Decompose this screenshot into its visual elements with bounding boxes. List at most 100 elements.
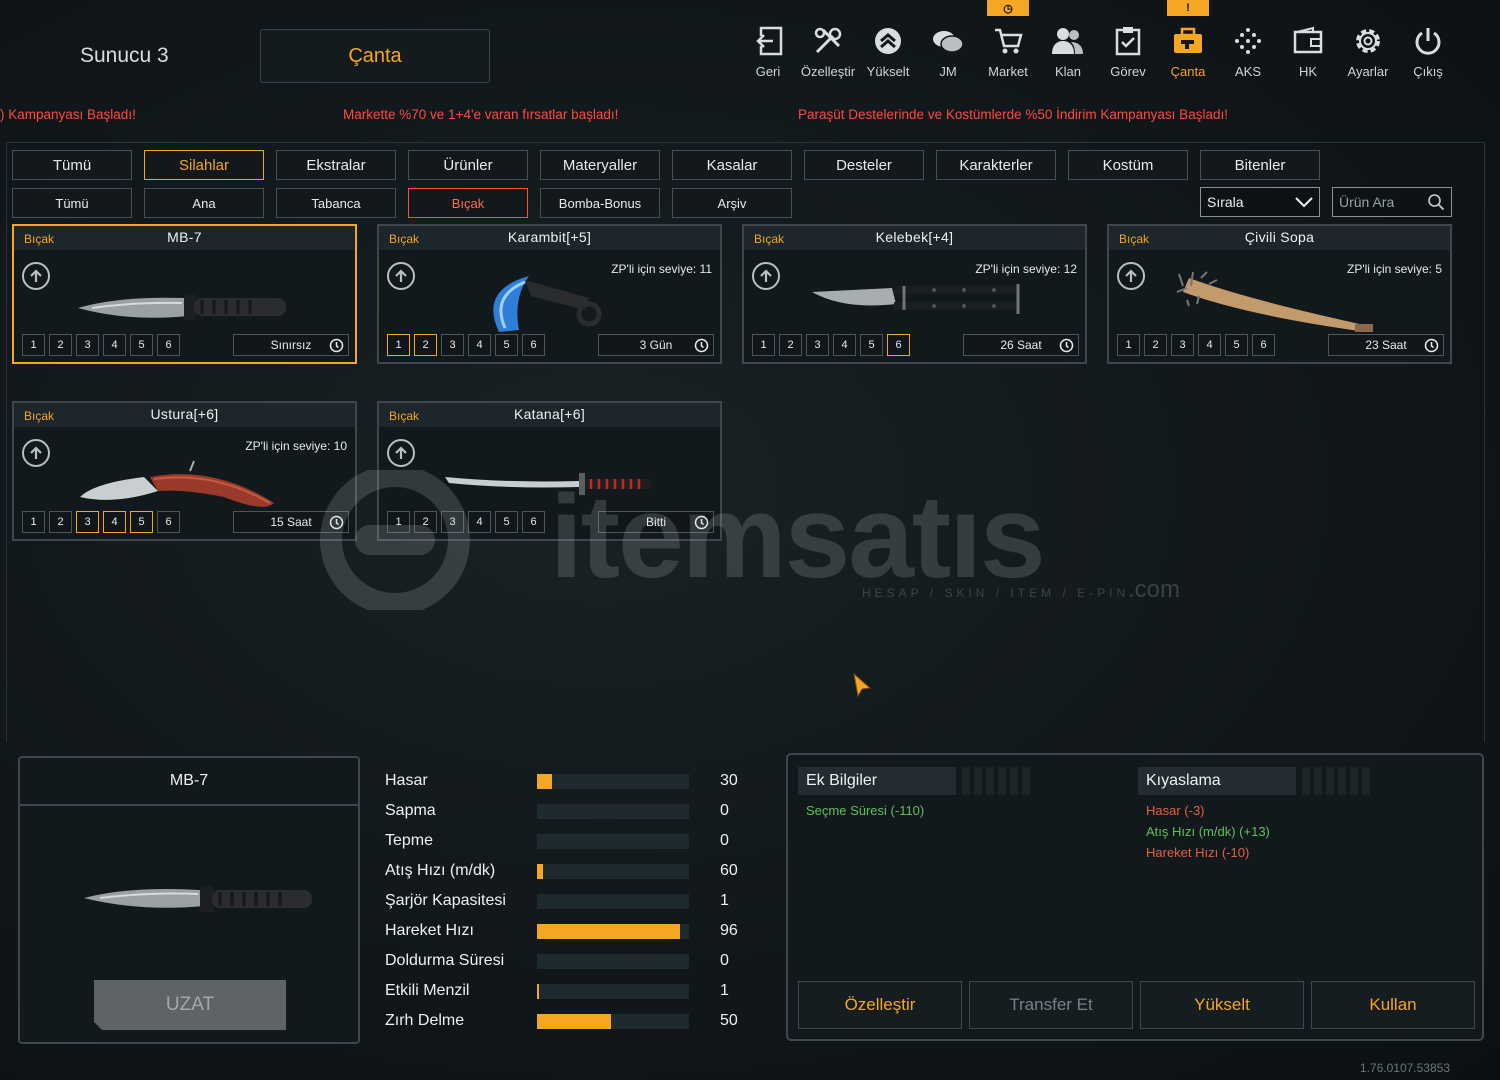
enchant-slot[interactable]: 3	[441, 334, 464, 356]
nav-mission[interactable]: Görev	[1098, 24, 1158, 84]
enchant-slot[interactable]: 4	[103, 511, 126, 533]
page-title: Çanta	[260, 29, 490, 83]
upgrade-arrow-icon[interactable]	[22, 439, 50, 467]
extend-button[interactable]: UZAT	[94, 980, 286, 1030]
enchant-slot[interactable]: 2	[1144, 334, 1167, 356]
nav-aks[interactable]: AKS	[1218, 24, 1278, 84]
enchant-slot[interactable]: 4	[833, 334, 856, 356]
upgrade-arrow-icon[interactable]	[387, 262, 415, 290]
transfer-button[interactable]: Transfer Et	[969, 981, 1133, 1029]
nav-customize[interactable]: Özelleştir	[798, 24, 858, 84]
tab-decks[interactable]: Desteler	[804, 150, 924, 180]
compare-header: Kıyaslama	[1138, 767, 1372, 795]
enchant-slot[interactable]: 4	[1198, 334, 1221, 356]
enchant-slot[interactable]: 6	[887, 334, 910, 356]
item-card[interactable]: Bıçak Karambit[+5] ZP'li için seviye: 11…	[377, 224, 722, 364]
stat-row: Sapma 0	[385, 796, 745, 826]
enchant-slot[interactable]: 3	[806, 334, 829, 356]
enchant-slot[interactable]: 5	[1225, 334, 1248, 356]
enchant-slot[interactable]: 2	[414, 334, 437, 356]
enchant-slot[interactable]: 4	[103, 334, 126, 356]
announcement: ) Kampanyası Başladı!	[0, 107, 136, 122]
subtab-grenade[interactable]: Bomba-Bonus	[540, 188, 660, 218]
enchant-slot[interactable]: 1	[22, 511, 45, 533]
nav-bag[interactable]: Çanta !	[1158, 0, 1218, 84]
enchant-slot[interactable]: 5	[495, 334, 518, 356]
subtab-primary[interactable]: Ana	[144, 188, 264, 218]
upgrade-arrow-icon[interactable]	[22, 262, 50, 290]
enchant-slot[interactable]: 3	[76, 511, 99, 533]
header-stripes	[1302, 767, 1372, 795]
enchant-slot[interactable]: 2	[779, 334, 802, 356]
enchant-slot[interactable]: 1	[752, 334, 775, 356]
use-button[interactable]: Kullan	[1311, 981, 1475, 1029]
nav-label: Ayarlar	[1347, 64, 1389, 79]
tab-all[interactable]: Tümü	[12, 150, 132, 180]
nav-clan[interactable]: Klan	[1038, 24, 1098, 84]
tab-weapons[interactable]: Silahlar	[144, 150, 264, 180]
tab-characters[interactable]: Karakterler	[936, 150, 1056, 180]
stat-label: Atış Hızı (m/dk)	[385, 862, 496, 879]
upgrade-button[interactable]: Yükselt	[1140, 981, 1304, 1029]
nav-hk[interactable]: HK	[1278, 24, 1338, 84]
item-name: MB-7	[167, 229, 202, 245]
tab-expired[interactable]: Bitenler	[1200, 150, 1320, 180]
item-card[interactable]: Bıçak MB-7 123456 Sınırsız	[12, 224, 357, 364]
stat-bar	[537, 863, 689, 879]
enchant-slots: 123456	[387, 334, 545, 356]
nav-exit[interactable]: Çıkış	[1398, 24, 1458, 84]
tools-icon	[811, 24, 845, 58]
tab-costume[interactable]: Kostüm	[1068, 150, 1188, 180]
nav-settings[interactable]: Ayarlar	[1338, 24, 1398, 84]
subtab-knife[interactable]: Bıçak	[408, 188, 528, 218]
clan-icon	[1051, 24, 1085, 58]
enchant-slot[interactable]: 4	[468, 334, 491, 356]
nav-market[interactable]: Market ◷	[978, 0, 1038, 84]
enchant-slot[interactable]: 2	[49, 334, 72, 356]
subtab-all[interactable]: Tümü	[12, 188, 132, 218]
nav-label: Geri	[755, 64, 781, 79]
duration-text: 26 Saat	[1000, 338, 1042, 352]
enchant-slot[interactable]: 3	[76, 334, 99, 356]
enchant-slot[interactable]: 2	[49, 511, 72, 533]
upgrade-arrow-icon[interactable]	[387, 439, 415, 467]
enchant-slot[interactable]: 3	[1171, 334, 1194, 356]
enchant-slot[interactable]: 6	[522, 334, 545, 356]
search-input[interactable]	[1339, 194, 1427, 210]
enchant-slot[interactable]: 6	[157, 511, 180, 533]
enchant-slot[interactable]: 6	[157, 334, 180, 356]
subtab-pistol[interactable]: Tabanca	[276, 188, 396, 218]
tab-materials[interactable]: Materyaller	[540, 150, 660, 180]
upgrade-arrow-icon[interactable]	[752, 262, 780, 290]
enchant-slot[interactable]: 5	[130, 511, 153, 533]
customize-button[interactable]: Özelleştir	[798, 981, 962, 1029]
item-card[interactable]: Bıçak Kelebek[+4] ZP'li için seviye: 12 …	[742, 224, 1087, 364]
item-card[interactable]: Bıçak Ustura[+6] ZP'li için seviye: 10 1…	[12, 401, 357, 541]
tab-crates[interactable]: Kasalar	[672, 150, 792, 180]
enchant-slot[interactable]: 6	[1252, 334, 1275, 356]
stat-row: Şarjör Kapasitesi 1	[385, 886, 745, 916]
enchant-slot[interactable]: 5	[860, 334, 883, 356]
tab-extras[interactable]: Ekstralar	[276, 150, 396, 180]
search-icon[interactable]	[1427, 193, 1445, 211]
nav-label: AKS	[1234, 64, 1261, 79]
enchant-slot[interactable]: 1	[1117, 334, 1140, 356]
detail-item-name: MB-7	[20, 758, 358, 806]
upgrade-arrow-icon[interactable]	[1117, 262, 1145, 290]
stat-bar	[537, 983, 689, 999]
nav-label: Özelleştir	[800, 64, 856, 79]
stat-row: Hasar 30	[385, 766, 745, 796]
enchant-slot[interactable]: 5	[130, 334, 153, 356]
enchant-slot[interactable]: 1	[22, 334, 45, 356]
item-card[interactable]: Bıçak Çivili Sopa ZP'li için seviye: 5 1…	[1107, 224, 1452, 364]
subtab-archive[interactable]: Arşiv	[672, 188, 792, 218]
nav-back[interactable]: Geri	[738, 24, 798, 84]
enchant-slot[interactable]: 1	[387, 334, 410, 356]
tab-products[interactable]: Ürünler	[408, 150, 528, 180]
card-header: Bıçak MB-7	[14, 226, 355, 250]
sort-dropdown[interactable]: Sırala	[1200, 187, 1320, 217]
nav-upgrade[interactable]: Yükselt	[858, 24, 918, 84]
duration-box: 26 Saat	[963, 334, 1079, 356]
nav-jm[interactable]: JM	[918, 24, 978, 84]
item-image	[74, 270, 294, 336]
